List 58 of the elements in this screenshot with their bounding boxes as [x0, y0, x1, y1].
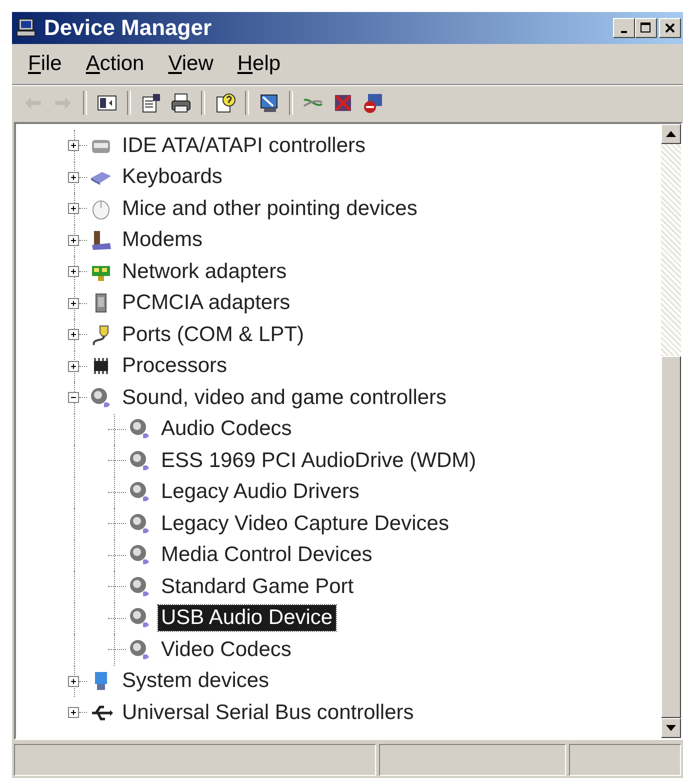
scroll-thumb[interactable]: [661, 356, 681, 718]
speaker-icon: [128, 481, 152, 504]
window-title: Device Manager: [44, 15, 213, 41]
expand-toggle[interactable]: [68, 707, 79, 718]
expand-toggle[interactable]: [68, 234, 79, 246]
close-icon: [664, 22, 676, 34]
tree-item[interactable]: Modems: [119, 227, 206, 254]
computer-icon: [16, 17, 38, 39]
expand-toggle[interactable]: [68, 140, 79, 152]
modem-icon: [89, 229, 113, 252]
speaker-icon: [128, 544, 152, 566]
speaker-icon: [128, 418, 152, 440]
tree-item[interactable]: IDE ATA/ATAPI controllers: [119, 132, 369, 159]
tree-item[interactable]: Keyboards: [119, 164, 226, 190]
tree-item[interactable]: Media Control Devices: [158, 542, 376, 568]
speaker-icon: [128, 450, 152, 472]
speaker-icon: [128, 512, 152, 535]
expand-toggle[interactable]: [68, 360, 79, 372]
expand-toggle[interactable]: [68, 203, 79, 214]
speaker-icon: [128, 576, 152, 598]
maximize-icon: [640, 22, 652, 34]
up-arrow-icon: [666, 131, 676, 137]
tree-item[interactable]: Legacy Audio Drivers: [158, 479, 362, 506]
speaker-icon: [128, 638, 152, 661]
scrollbar[interactable]: [661, 124, 681, 738]
tree-item[interactable]: USB Audio Device: [158, 605, 336, 632]
minimize-button[interactable]: [613, 18, 635, 38]
expand-toggle[interactable]: [68, 298, 79, 309]
tree-item[interactable]: Ports (COM & LPT): [119, 322, 308, 348]
expand-toggle[interactable]: [68, 266, 79, 278]
tree-item[interactable]: Sound, video and game controllers: [119, 384, 450, 411]
scroll-up-button[interactable]: [661, 124, 681, 144]
expand-toggle[interactable]: [68, 329, 79, 340]
expand-toggle[interactable]: [68, 676, 79, 687]
down-arrow-icon: [666, 725, 676, 731]
tree-item[interactable]: Standard Game Port: [158, 574, 357, 600]
tree-item[interactable]: Network adapters: [119, 258, 290, 285]
close-button[interactable]: [659, 18, 681, 38]
menu-item[interactable]: View: [158, 50, 224, 78]
minimize-icon: [621, 31, 627, 33]
tree-item[interactable]: Video Codecs: [158, 636, 294, 663]
maximize-button[interactable]: [635, 18, 657, 38]
menu-item[interactable]: Help: [227, 50, 291, 78]
tree-item[interactable]: PCMCIA adapters: [119, 290, 294, 316]
speaker-icon: [89, 386, 113, 409]
scroll-down-button[interactable]: [661, 718, 681, 738]
tree-item[interactable]: ESS 1969 PCI AudioDrive (WDM): [158, 448, 480, 474]
tree-item[interactable]: System devices: [119, 668, 272, 694]
tree-item[interactable]: Mice and other pointing devices: [119, 196, 420, 222]
expand-toggle[interactable]: [68, 172, 79, 183]
expand-toggle[interactable]: [68, 392, 79, 404]
tree-item[interactable]: Audio Codecs: [158, 416, 295, 442]
tree-item[interactable]: Processors: [119, 353, 230, 380]
tree-item[interactable]: Universal Serial Bus controllers: [119, 700, 417, 726]
speaker-icon: [128, 607, 152, 630]
menu-item[interactable]: Action: [76, 50, 154, 78]
tree-item[interactable]: Legacy Video Capture Devices: [158, 510, 452, 537]
menu-item[interactable]: File: [18, 50, 72, 78]
